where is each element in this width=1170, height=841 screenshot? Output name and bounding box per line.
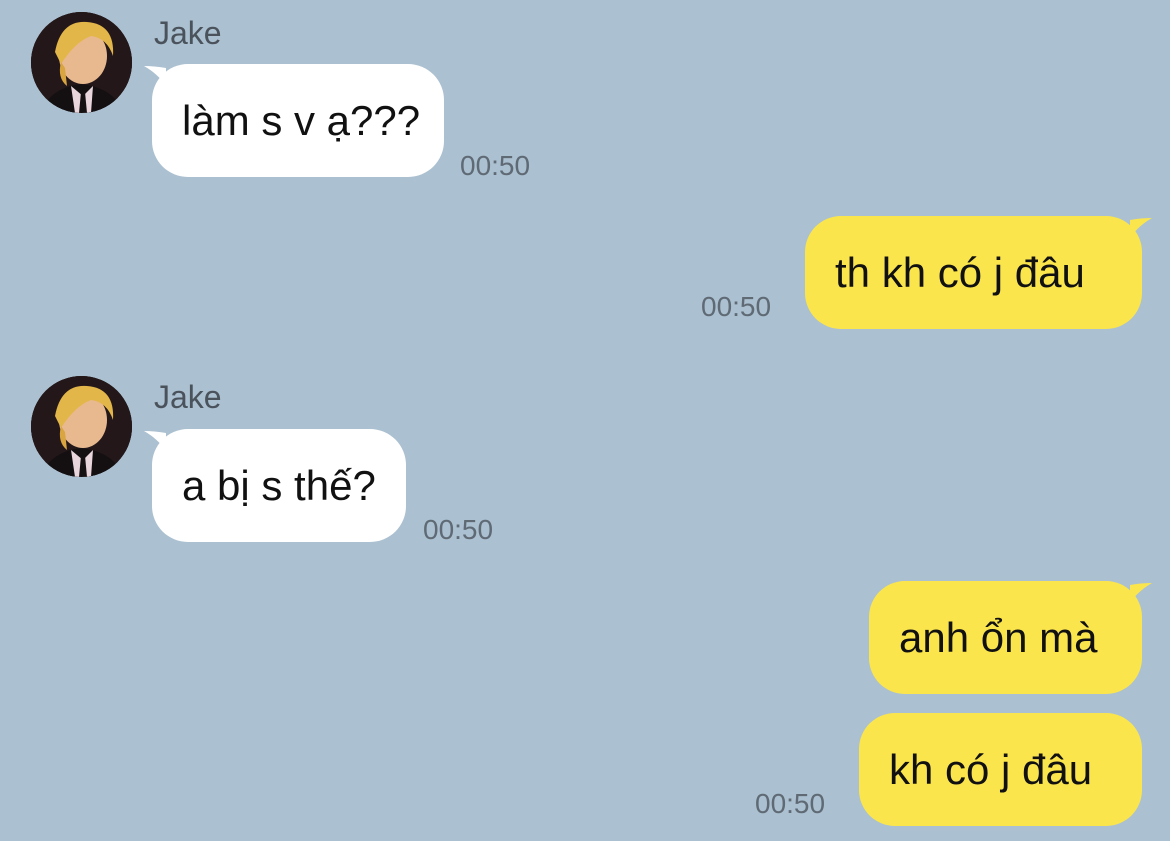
sender-name: Jake [154, 379, 222, 415]
profile-photo-icon [31, 376, 132, 477]
message-timestamp: 00:50 [755, 788, 826, 819]
avatar[interactable] [31, 12, 132, 113]
message-timestamp: 00:50 [460, 150, 531, 181]
message-bubble-outgoing[interactable]: anh ổn mà [869, 581, 1142, 694]
message-text: a bị s thế? [182, 461, 376, 509]
bubble-tail-icon [1130, 218, 1152, 238]
profile-photo-icon [31, 12, 132, 113]
message-bubble-incoming[interactable]: làm s v ạ??? [152, 64, 444, 177]
message-timestamp: 00:50 [701, 291, 772, 322]
message-bubble-incoming[interactable]: a bị s thế? [152, 429, 406, 542]
message-bubble-outgoing[interactable]: th kh có j đâu [805, 216, 1142, 329]
message-timestamp: 00:50 [423, 514, 494, 545]
message-text: làm s v ạ??? [182, 96, 421, 144]
message-text: th kh có j đâu [835, 248, 1085, 296]
message-text: anh ổn mà [899, 613, 1098, 661]
bubble-tail-icon [1130, 583, 1152, 603]
sender-name: Jake [154, 15, 222, 51]
message-text: kh có j đâu [889, 745, 1093, 793]
avatar[interactable] [31, 376, 132, 477]
message-bubble-outgoing[interactable]: kh có j đâu [859, 713, 1142, 826]
